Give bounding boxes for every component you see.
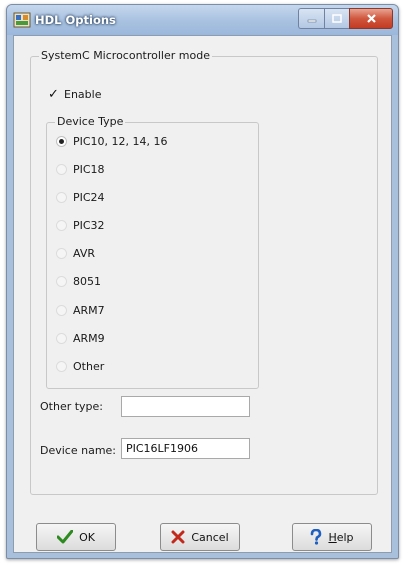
radio-label: AVR	[73, 247, 95, 260]
radio-label: PIC32	[73, 219, 105, 232]
minimize-button[interactable]	[298, 8, 324, 29]
hdl-options-dialog: HDL Options SystemC Microcontroller mode…	[6, 4, 399, 559]
group-label: SystemC Microcontroller mode	[39, 49, 212, 62]
cancel-button[interactable]: Cancel	[160, 523, 240, 551]
help-button[interactable]: Help	[292, 523, 372, 551]
radio-indicator	[56, 136, 67, 147]
ok-label: OK	[79, 530, 95, 544]
question-icon	[310, 529, 322, 545]
radio-other[interactable]: Other	[56, 360, 104, 373]
radio-8051[interactable]: 8051	[56, 275, 101, 288]
device-name-label: Device name:	[40, 444, 117, 457]
radio-arm9[interactable]: ARM9	[56, 332, 105, 345]
radio-indicator	[56, 248, 67, 259]
close-icon	[366, 14, 376, 23]
radio-pic18[interactable]: PIC18	[56, 163, 105, 176]
other-type-input[interactable]	[121, 396, 250, 417]
help-label: Help	[328, 530, 354, 544]
maximize-icon	[332, 14, 342, 23]
radio-indicator	[56, 164, 67, 175]
ok-button[interactable]: OK	[36, 523, 116, 551]
device-name-input[interactable]	[121, 438, 250, 459]
minimize-icon	[307, 19, 316, 22]
radio-label: PIC10, 12, 14, 16	[73, 135, 168, 148]
close-button[interactable]	[349, 8, 393, 29]
checkbox-check-icon: ✓	[48, 86, 59, 102]
radio-arm7[interactable]: ARM7	[56, 304, 105, 317]
enable-label: Enable	[64, 88, 102, 101]
radio-indicator	[56, 276, 67, 287]
title-bar[interactable]: HDL Options	[7, 5, 398, 35]
radio-pic10-16[interactable]: PIC10, 12, 14, 16	[56, 135, 168, 148]
maximize-button[interactable]	[324, 8, 349, 29]
window-title: HDL Options	[35, 13, 116, 27]
app-icon	[13, 12, 31, 28]
radio-label: 8051	[73, 275, 101, 288]
radio-avr[interactable]: AVR	[56, 247, 95, 260]
radio-indicator	[56, 333, 67, 344]
dialog-body: SystemC Microcontroller mode ✓ Enable De…	[13, 35, 392, 553]
radio-label: PIC24	[73, 191, 105, 204]
radio-label: Other	[73, 360, 105, 373]
other-type-label: Other type:	[40, 400, 104, 413]
radio-indicator	[56, 305, 67, 316]
radio-indicator	[56, 361, 67, 372]
cross-icon	[171, 530, 185, 544]
radio-pic24[interactable]: PIC24	[56, 191, 105, 204]
radio-label: ARM7	[73, 304, 105, 317]
checkmark-icon	[57, 530, 74, 544]
radio-indicator	[56, 192, 67, 203]
radio-pic32[interactable]: PIC32	[56, 219, 105, 232]
caption-buttons	[298, 8, 393, 29]
device-type-label: Device Type	[55, 115, 126, 128]
cancel-label: Cancel	[191, 530, 229, 544]
radio-label: ARM9	[73, 332, 105, 345]
radio-indicator	[56, 220, 67, 231]
radio-label: PIC18	[73, 163, 105, 176]
enable-checkbox[interactable]: ✓ Enable	[48, 86, 102, 102]
